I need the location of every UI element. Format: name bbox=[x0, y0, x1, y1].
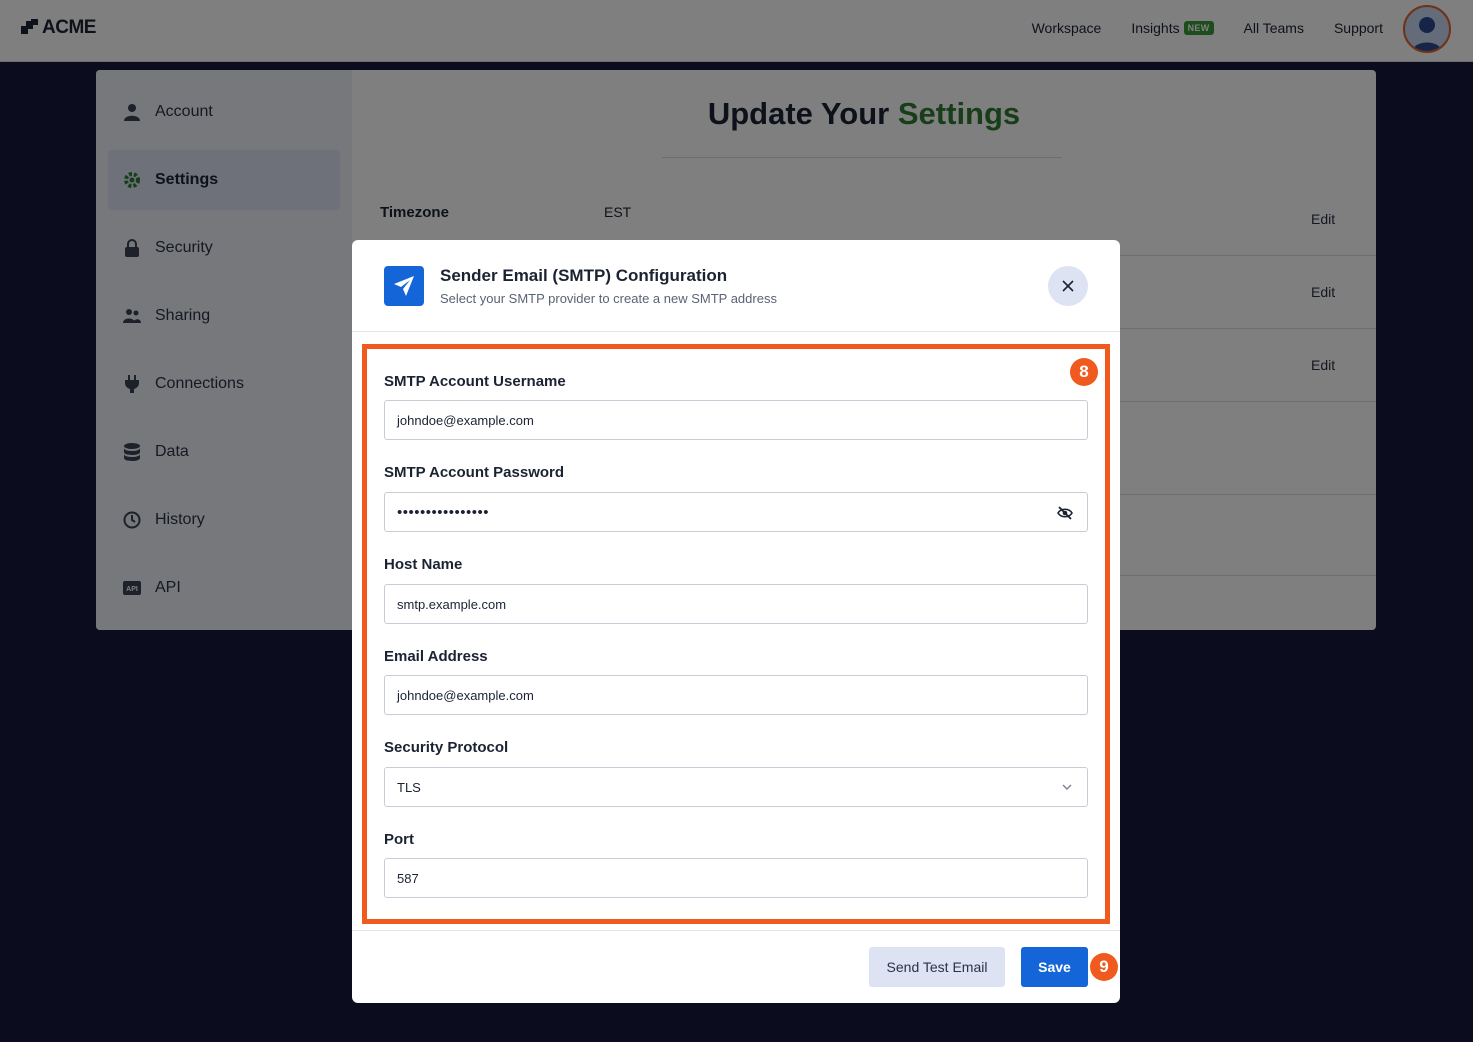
username-input[interactable]: johndoe@example.com bbox=[384, 400, 1088, 440]
send-test-email-button[interactable]: Send Test Email bbox=[869, 947, 1005, 987]
step-badge-8: 8 bbox=[1070, 358, 1098, 386]
email-input[interactable]: johndoe@example.com bbox=[384, 675, 1088, 715]
paper-plane-icon bbox=[384, 266, 424, 306]
password-value: •••••••••••••••• bbox=[397, 503, 490, 521]
modal-title: Sender Email (SMTP) Configuration bbox=[440, 266, 728, 285]
close-button[interactable] bbox=[1048, 266, 1088, 306]
protocol-value: TLS bbox=[397, 779, 421, 795]
email-label: Email Address bbox=[384, 648, 488, 665]
modal-header: Sender Email (SMTP) Configuration Select… bbox=[352, 240, 1120, 332]
modal-subtitle: Select your SMTP provider to create a ne… bbox=[440, 291, 777, 306]
port-label: Port bbox=[384, 831, 414, 848]
step-badge-9: 9 bbox=[1090, 953, 1118, 981]
username-label: SMTP Account Username bbox=[384, 373, 566, 390]
eye-slash-icon[interactable] bbox=[1057, 505, 1073, 521]
footer-divider bbox=[352, 930, 1120, 931]
close-icon bbox=[1062, 280, 1074, 292]
smtp-config-modal: Sender Email (SMTP) Configuration Select… bbox=[352, 240, 1120, 1003]
save-button[interactable]: Save bbox=[1021, 947, 1088, 987]
port-input[interactable]: 587 bbox=[384, 858, 1088, 898]
protocol-select[interactable]: TLS bbox=[384, 767, 1088, 807]
password-label: SMTP Account Password bbox=[384, 464, 565, 481]
password-input[interactable]: •••••••••••••••• bbox=[384, 492, 1088, 532]
host-label: Host Name bbox=[384, 556, 463, 573]
protocol-label: Security Protocol bbox=[384, 739, 509, 756]
chevron-down-icon bbox=[1062, 784, 1072, 790]
host-input[interactable]: smtp.example.com bbox=[384, 584, 1088, 624]
